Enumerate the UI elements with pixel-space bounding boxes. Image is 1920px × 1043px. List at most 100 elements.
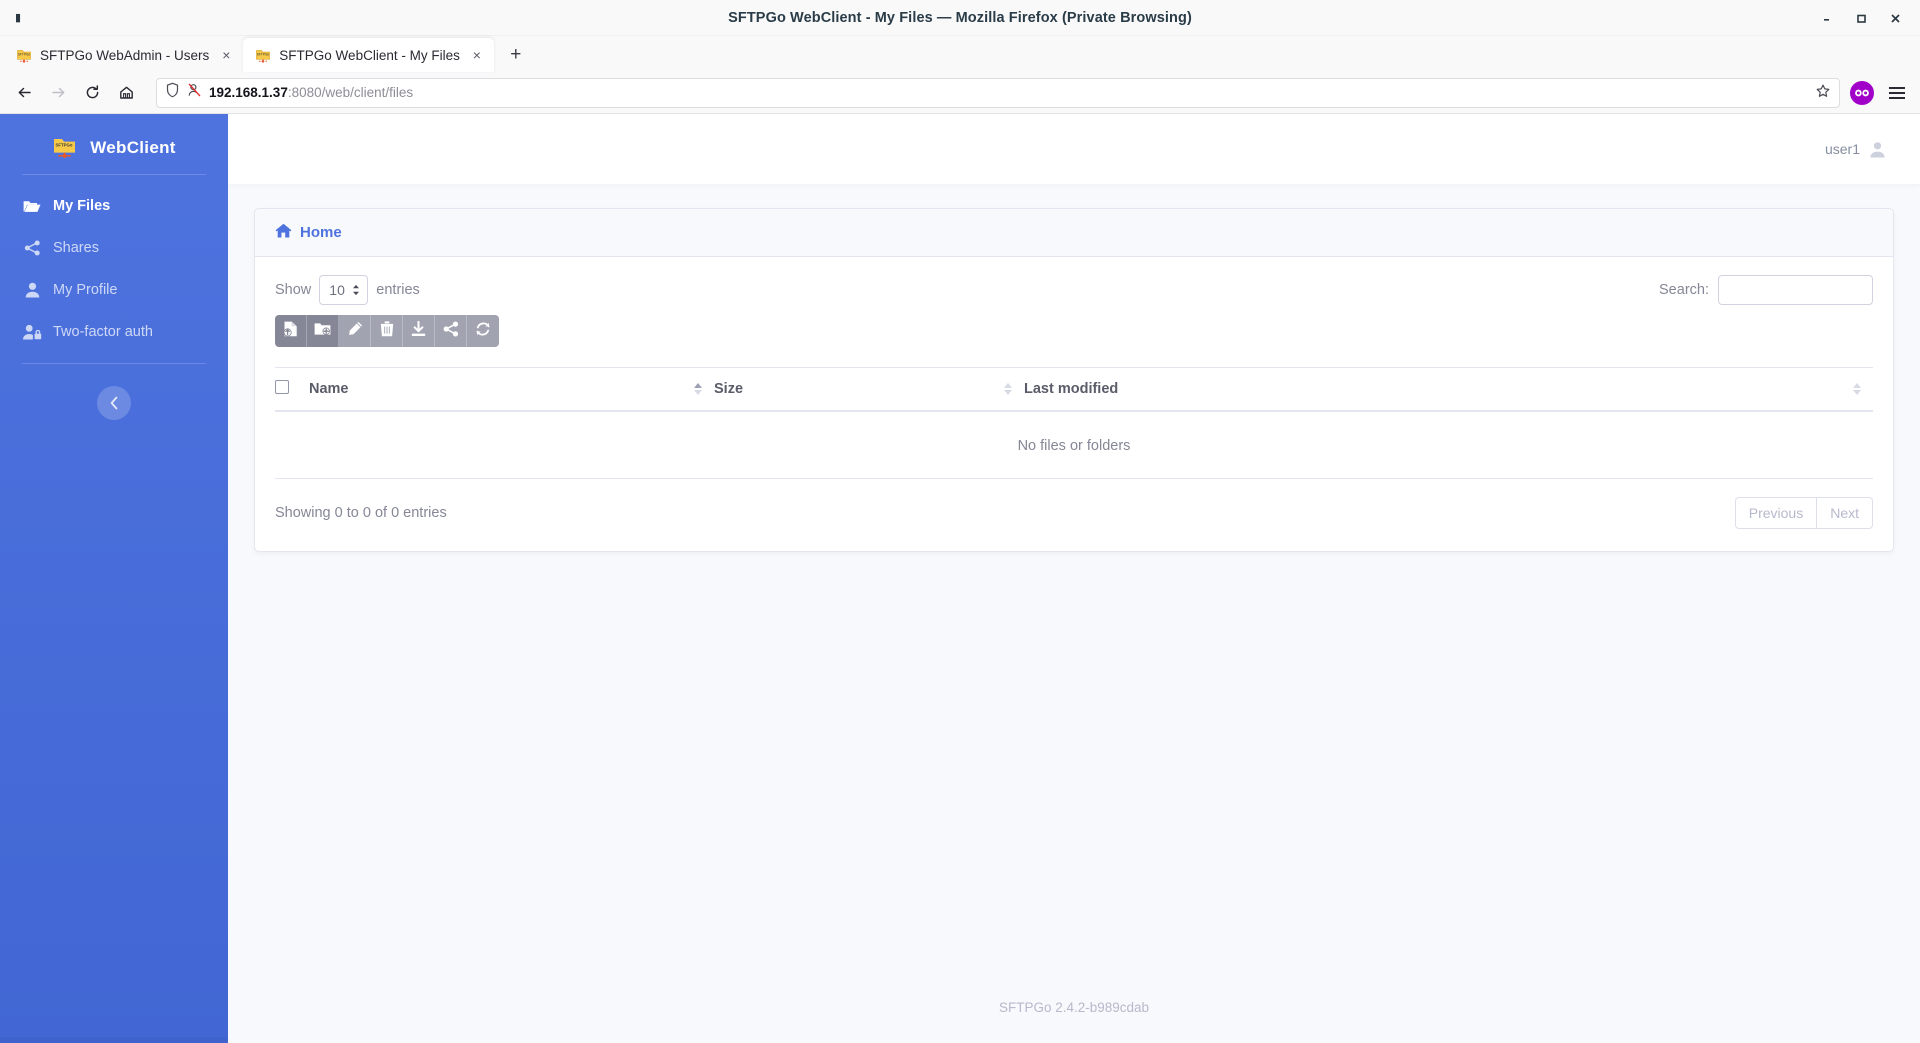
- page-length-select[interactable]: 10: [319, 275, 369, 305]
- sidebar-item-two-factor-auth[interactable]: Two-factor auth: [0, 311, 228, 353]
- hamburger-menu-icon[interactable]: [1882, 78, 1912, 108]
- page-footer: SFTPGo 2.4.2-b989cdab: [228, 977, 1920, 1043]
- files-table: Name Size Last modified No files or fold…: [275, 367, 1873, 479]
- sort-ascending-icon: [694, 383, 702, 395]
- footer-version-text: SFTPGo 2.4.2-b989cdab: [998, 1000, 1150, 1015]
- column-label: Name: [309, 381, 349, 397]
- tab-label: SFTPGo WebClient - My Files: [279, 47, 460, 63]
- url-bar[interactable]: 192.168.1.37:8080/web/client/files: [156, 77, 1840, 108]
- window-title: SFTPGo WebClient - My Files — Mozilla Fi…: [728, 9, 1192, 26]
- navigation-toolbar: 192.168.1.37:8080/web/client/files: [0, 72, 1920, 114]
- reload-icon[interactable]: [76, 77, 108, 109]
- files-table-header-row: Name Size Last modified: [275, 367, 1873, 412]
- entries-info: Showing 0 to 0 of 0 entries: [275, 505, 447, 521]
- window-controls: [1810, 0, 1912, 36]
- svg-text:SFTPGo: SFTPGo: [56, 142, 73, 147]
- svg-text:SFTPGo: SFTPGo: [257, 53, 270, 57]
- shield-icon[interactable]: [165, 82, 180, 103]
- close-icon[interactable]: [1878, 0, 1912, 36]
- maximize-icon[interactable]: [1844, 0, 1878, 36]
- sidebar-bottom-edge: [0, 1037, 228, 1043]
- sftpgo-favicon-icon: SFTPGo: [255, 47, 271, 63]
- sidebar-item-label: Two-factor auth: [53, 324, 153, 340]
- sidebar-item-label: My Profile: [53, 282, 118, 298]
- folder-open-icon: [22, 199, 42, 214]
- download-button[interactable]: [403, 315, 435, 347]
- files-table-body: No files or folders: [275, 411, 1873, 479]
- top-navbar: user1: [228, 114, 1920, 184]
- upload-file-button[interactable]: [275, 315, 307, 347]
- tab-close-icon[interactable]: ×: [217, 46, 235, 64]
- files-card: Home Show 10 entries Search: Name Size L…: [254, 208, 1894, 552]
- pencil-icon: [347, 321, 363, 342]
- breadcrumb-home-link[interactable]: Home: [275, 223, 342, 242]
- breadcrumb-label: Home: [300, 224, 342, 241]
- forward-arrow-icon[interactable]: [42, 77, 74, 109]
- pagination: Previous Next: [1734, 497, 1873, 529]
- column-header-name[interactable]: Name: [309, 367, 714, 412]
- tab-webadmin-users[interactable]: SFTPGo SFTPGo WebAdmin - Users ×: [4, 38, 243, 72]
- sidebar-collapse-wrapper: [0, 386, 228, 420]
- entries-label: entries: [376, 282, 420, 298]
- pagination-previous-button[interactable]: Previous: [1734, 497, 1818, 529]
- browser-window: ▮ SFTPGo WebClient - My Files — Mozilla …: [0, 0, 1920, 1043]
- sidebar-divider-bottom: [22, 363, 206, 364]
- search-label: Search:: [1659, 282, 1709, 298]
- sidebar-item-shares[interactable]: Shares: [0, 227, 228, 269]
- search-control: Search:: [1659, 275, 1873, 305]
- card-header-breadcrumb: Home: [255, 209, 1893, 257]
- select-all-header[interactable]: [275, 367, 309, 412]
- column-header-size[interactable]: Size: [714, 367, 1024, 412]
- user-avatar-icon: [1869, 141, 1886, 158]
- new-tab-button[interactable]: +: [500, 39, 532, 71]
- sort-none-icon: [1853, 383, 1861, 395]
- sidebar-brand[interactable]: SFTPGo WebClient: [0, 130, 228, 174]
- page-length-control: Show 10 entries: [275, 275, 420, 305]
- column-label: Size: [714, 381, 744, 397]
- tab-close-icon[interactable]: ×: [468, 46, 486, 64]
- sidebar-brand-label: WebClient: [90, 138, 176, 157]
- sidebar-item-my-profile[interactable]: My Profile: [0, 269, 228, 311]
- back-arrow-icon[interactable]: [8, 77, 40, 109]
- folder-plus-icon: [314, 322, 331, 341]
- search-input[interactable]: [1718, 275, 1873, 305]
- chevron-left-icon[interactable]: [97, 386, 131, 420]
- sidebar-item-my-files[interactable]: My Files: [0, 185, 228, 227]
- sftpgo-favicon-icon: SFTPGo: [16, 47, 32, 63]
- sidebar-item-label: My Files: [53, 198, 111, 214]
- refresh-button[interactable]: [467, 315, 499, 347]
- share-icon: [443, 321, 459, 342]
- column-label: Last modified: [1024, 381, 1119, 397]
- window-titlebar: ▮ SFTPGo WebClient - My Files — Mozilla …: [0, 0, 1920, 36]
- delete-button[interactable]: [371, 315, 403, 347]
- minimize-icon[interactable]: [1810, 0, 1844, 36]
- datatable-controls: Show 10 entries Search:: [275, 275, 1873, 305]
- sftpgo-folder-logo: SFTPGo: [52, 136, 78, 160]
- share-button[interactable]: [435, 315, 467, 347]
- pagination-next-button[interactable]: Next: [1817, 497, 1873, 529]
- sort-none-icon: [1004, 383, 1012, 395]
- home-icon[interactable]: [110, 77, 142, 109]
- column-header-last-modified[interactable]: Last modified: [1024, 367, 1873, 412]
- tracking-blocked-icon[interactable]: [187, 82, 202, 103]
- file-actions-toolbar: [275, 315, 499, 347]
- private-browsing-mask-icon[interactable]: [1850, 80, 1874, 105]
- page-container: Home Show 10 entries Search: Name Size L…: [228, 184, 1920, 977]
- empty-state-message: No files or folders: [275, 411, 1873, 479]
- star-icon[interactable]: [1815, 83, 1831, 103]
- page-wrapper: SFTPGo WebClient My Files Shares My Prof…: [0, 114, 1920, 1043]
- download-icon: [411, 320, 426, 342]
- empty-state-row: No files or folders: [275, 411, 1873, 479]
- rename-button[interactable]: [339, 315, 371, 347]
- home-icon: [275, 223, 292, 242]
- tab-webclient-my-files[interactable]: SFTPGo SFTPGo WebClient - My Files ×: [243, 38, 494, 72]
- select-all-checkbox[interactable]: [275, 380, 289, 394]
- show-label: Show: [275, 282, 312, 298]
- sidebar: SFTPGo WebClient My Files Shares My Prof…: [0, 114, 228, 1043]
- share-nodes-icon: [22, 240, 42, 256]
- file-upload-icon: [283, 321, 298, 342]
- user-menu[interactable]: user1: [1825, 141, 1886, 158]
- sidebar-item-label: Shares: [53, 240, 99, 256]
- user-icon: [22, 282, 42, 298]
- create-folder-button[interactable]: [307, 315, 339, 347]
